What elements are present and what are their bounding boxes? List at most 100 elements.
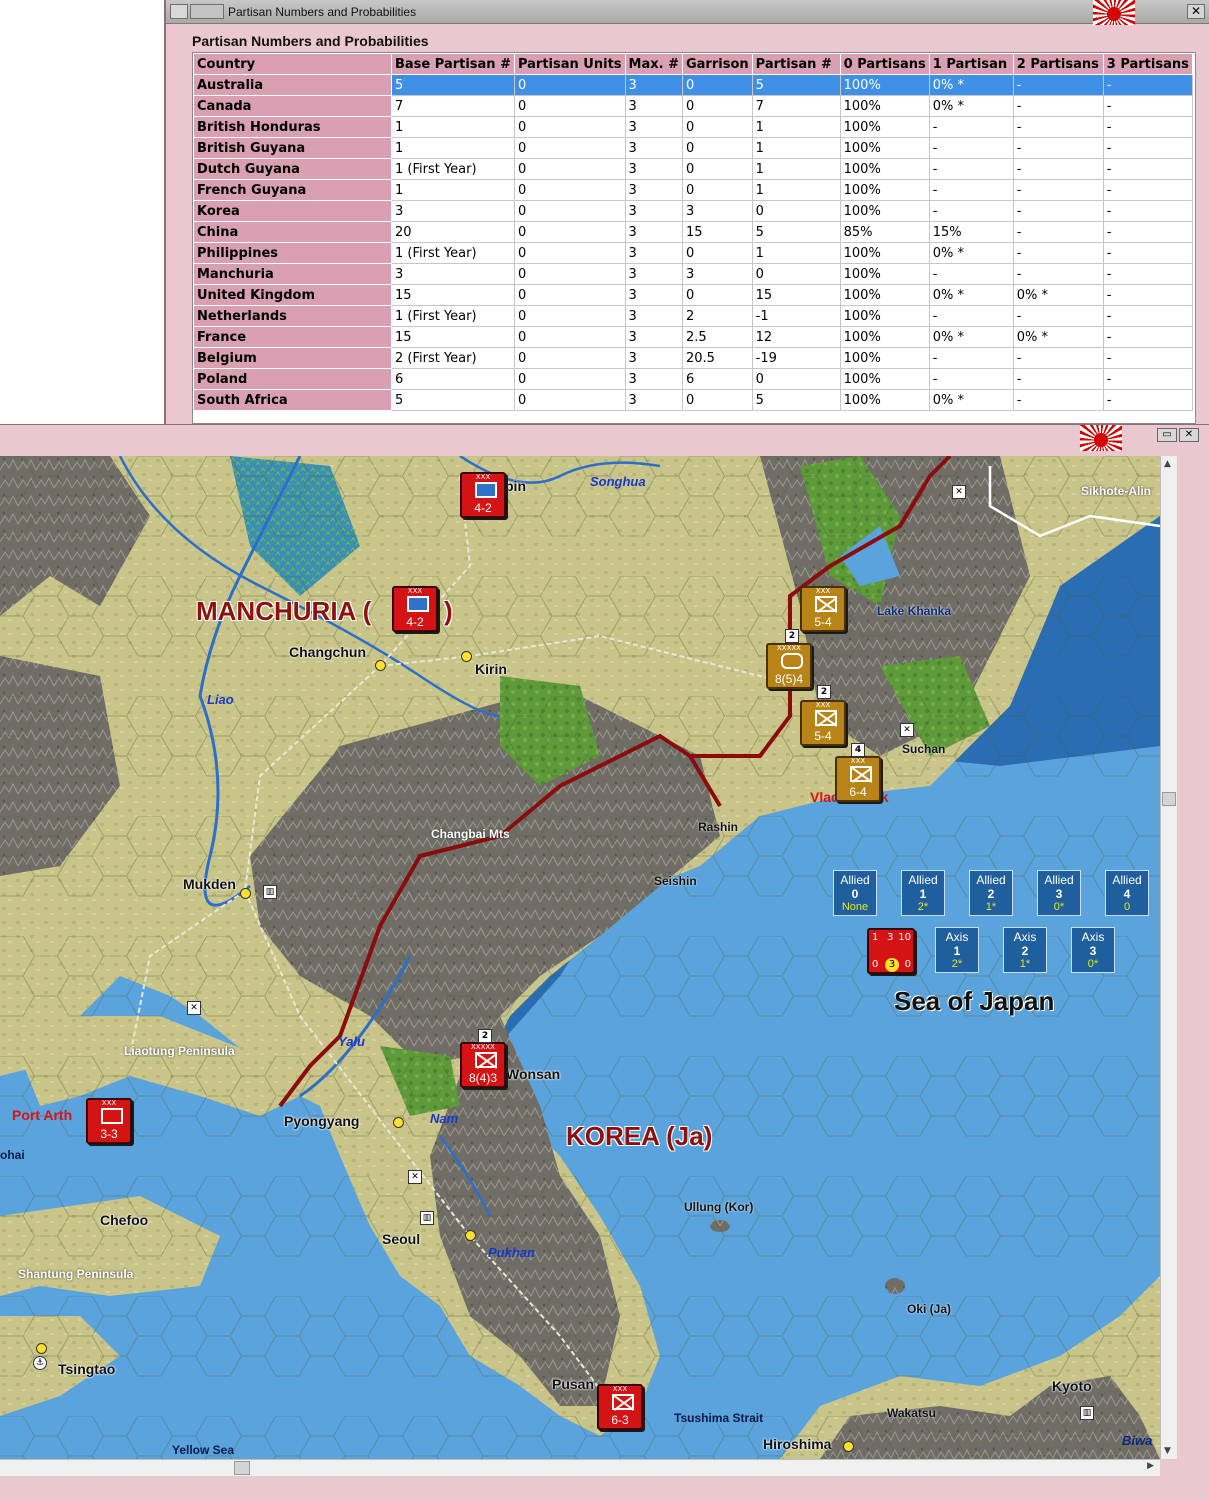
unit-counter-soviet-inf-2[interactable]: XXX 5-4 bbox=[800, 700, 846, 746]
table-row[interactable]: Belgium 2 (First Year) 0 3 20.5 -19 100% - - - bbox=[193, 347, 1193, 369]
horizontal-scroll-thumb[interactable] bbox=[234, 1461, 250, 1475]
hex-map[interactable]: MANCHURIA ( ) KOREA (Ja) Sea of Japan bi… bbox=[0, 456, 1160, 1459]
table-row[interactable]: United Kingdom 15 0 3 0 15 100% 0% * 0% * - bbox=[193, 284, 1193, 306]
table-cell: 0 bbox=[513, 158, 626, 180]
table-row[interactable]: British Guyana 1 0 3 0 1 100% - - - bbox=[193, 137, 1193, 159]
unit-counter-soviet-inf-1[interactable]: XXX 5-4 bbox=[800, 586, 846, 632]
system-menu-icon[interactable] bbox=[170, 4, 188, 19]
box-percent: None bbox=[841, 901, 869, 913]
country-cell: French Guyana bbox=[193, 179, 392, 201]
country-cell: Dutch Guyana bbox=[193, 158, 392, 180]
place-lake-khanka: Lake Khanka bbox=[877, 604, 952, 618]
table-cell: 0 bbox=[681, 158, 753, 180]
table-row[interactable]: French Guyana 1 0 3 0 1 100% - - - bbox=[193, 179, 1193, 201]
table-cell: 3 bbox=[681, 200, 753, 222]
scroll-down-icon[interactable]: ▼ bbox=[1164, 1446, 1171, 1456]
unit-counter-port-arthur[interactable]: XXX 3-3 bbox=[86, 1098, 132, 1144]
table-cell: 15 bbox=[681, 221, 753, 243]
unit-counter-soviet-armor[interactable]: XXXXX 8(5)4 bbox=[766, 643, 812, 689]
city-marker-kirin[interactable] bbox=[461, 651, 472, 662]
table-row[interactable]: Manchuria 3 0 3 3 0 100% - - - bbox=[193, 263, 1193, 285]
window-titlebar[interactable]: Partisan Numbers and Probabilities ✕ bbox=[166, 0, 1209, 25]
table-row[interactable]: Korea 3 0 3 3 0 100% - - - bbox=[193, 200, 1193, 222]
column-header[interactable]: 1 Partisan bbox=[928, 53, 1014, 75]
city-marker-tsingtao[interactable] bbox=[36, 1343, 47, 1354]
city-marker-hiroshima[interactable] bbox=[843, 1441, 854, 1452]
city-seoul[interactable]: Seoul bbox=[382, 1231, 420, 1247]
city-mukden[interactable]: Mukden bbox=[183, 876, 236, 892]
scroll-up-icon[interactable]: ▲ bbox=[1164, 459, 1171, 469]
unit-counter-manchuria[interactable]: XXX 4-2 bbox=[392, 586, 438, 632]
close-button[interactable]: ✕ bbox=[1179, 428, 1199, 442]
restore-icon[interactable] bbox=[190, 4, 224, 19]
table-cell: 2.5 bbox=[681, 326, 753, 348]
column-header[interactable]: 3 Partisans bbox=[1102, 53, 1193, 75]
city-marker-seoul[interactable] bbox=[465, 1230, 476, 1241]
column-header[interactable]: Base Partisan # bbox=[391, 53, 515, 75]
unit-strength: 3-3 bbox=[100, 1127, 118, 1141]
table-row[interactable]: Netherlands 1 (First Year) 0 3 2 -1 100% - - - bbox=[193, 305, 1193, 327]
city-tsingtao[interactable]: Tsingtao bbox=[58, 1361, 115, 1377]
city-marker-pyongyang[interactable] bbox=[393, 1117, 404, 1128]
column-header[interactable]: 2 Partisans bbox=[1012, 53, 1104, 75]
table-row[interactable]: Australia 5 0 3 0 5 100% 0% * - - bbox=[193, 74, 1193, 96]
table-row[interactable]: Dutch Guyana 1 (First Year) 0 3 0 1 100% - - - bbox=[193, 158, 1193, 180]
table-cell: - bbox=[1012, 137, 1104, 159]
table-row[interactable]: British Honduras 1 0 3 0 1 100% - - - bbox=[193, 116, 1193, 138]
column-header[interactable]: Country bbox=[193, 53, 392, 75]
vertical-scrollbar[interactable]: ▲ ▼ bbox=[1160, 456, 1177, 1459]
box-percent: 0* bbox=[1053, 901, 1065, 913]
infantry-symbol-icon bbox=[815, 710, 837, 726]
city-chefoo[interactable]: Chefoo bbox=[100, 1212, 148, 1228]
city-changchun[interactable]: Changchun bbox=[289, 644, 366, 660]
partisan-table-container[interactable]: Country Base Partisan # Partisan Units Max.… bbox=[192, 52, 1196, 424]
table-row[interactable]: Canada 7 0 3 0 7 100% 0% * - - bbox=[193, 95, 1193, 117]
unit-counter-soviet-inf-3[interactable]: XXX 6-4 bbox=[835, 756, 881, 802]
column-header[interactable]: Max. # bbox=[624, 53, 683, 75]
city-pyongyang[interactable]: Pyongyang bbox=[284, 1113, 359, 1129]
axis-partisan-marker[interactable]: 1 3 10 0 3 0 bbox=[867, 928, 915, 974]
table-cell: 1 bbox=[751, 242, 841, 264]
table-cell: 0 bbox=[751, 200, 841, 222]
table-cell: 20 bbox=[391, 221, 515, 243]
unit-strength: 8(5)4 bbox=[774, 672, 803, 686]
column-header[interactable]: Partisan Units bbox=[513, 53, 626, 75]
region-label-korea: KOREA (Ja) bbox=[566, 1121, 713, 1151]
unit-counter-pusan[interactable]: XXX 6-3 bbox=[597, 1384, 643, 1430]
unit-counter-harbin[interactable]: XXX 4-2 bbox=[460, 472, 506, 518]
marker-value: 10 bbox=[898, 932, 911, 943]
column-header[interactable]: 0 Partisans bbox=[839, 53, 930, 75]
city-wonsan[interactable]: Wonsan bbox=[506, 1066, 560, 1082]
vertical-scroll-thumb[interactable] bbox=[1162, 792, 1176, 806]
column-header[interactable]: Garrison bbox=[681, 53, 753, 75]
horizontal-scrollbar[interactable]: ▶ bbox=[0, 1459, 1160, 1476]
table-row[interactable]: Poland 6 0 3 6 0 100% - - - bbox=[193, 368, 1193, 390]
city-kyoto[interactable]: Kyoto bbox=[1052, 1378, 1092, 1394]
table-cell: 5 bbox=[751, 221, 841, 243]
city-kirin[interactable]: Kirin bbox=[475, 661, 507, 677]
unit-size: XXX bbox=[850, 757, 866, 765]
table-cell: 100% bbox=[839, 242, 930, 264]
place-seishin: Seishin bbox=[654, 874, 697, 888]
scroll-right-icon[interactable]: ▶ bbox=[1147, 1461, 1154, 1471]
table-cell: 15 bbox=[751, 284, 841, 306]
table-row[interactable]: France 15 0 3 2.5 12 100% 0% * 0% * - bbox=[193, 326, 1193, 348]
city-port-arthur[interactable]: Port Arth bbox=[12, 1107, 72, 1123]
close-button[interactable]: ✕ bbox=[1187, 4, 1205, 19]
maximize-button[interactable]: ▭ bbox=[1157, 428, 1177, 442]
table-cell: 2 (First Year) bbox=[391, 347, 515, 369]
city-pusan[interactable]: Pusan bbox=[552, 1376, 594, 1392]
city-hiroshima[interactable]: Hiroshima bbox=[763, 1436, 831, 1452]
city-marker-mukden[interactable] bbox=[240, 888, 251, 899]
table-cell: 3 bbox=[624, 95, 683, 117]
column-header[interactable]: Partisan # bbox=[751, 53, 841, 75]
city-harbin[interactable]: bin bbox=[505, 478, 526, 494]
unit-counter-wonsan[interactable]: XXXXX 8(4)3 bbox=[460, 1042, 506, 1088]
table-row[interactable]: China 20 0 3 15 5 85% 15% - - bbox=[193, 221, 1193, 243]
table-cell: 100% bbox=[839, 200, 930, 222]
table-cell: 0% * bbox=[928, 74, 1014, 96]
table-cell: 0% * bbox=[928, 389, 1014, 411]
city-marker-changchun[interactable] bbox=[375, 660, 386, 671]
table-row[interactable]: Philippines 1 (First Year) 0 3 0 1 100% 0% * - - bbox=[193, 242, 1193, 264]
table-row[interactable]: South Africa 5 0 3 0 5 100% 0% * - - bbox=[193, 389, 1193, 411]
